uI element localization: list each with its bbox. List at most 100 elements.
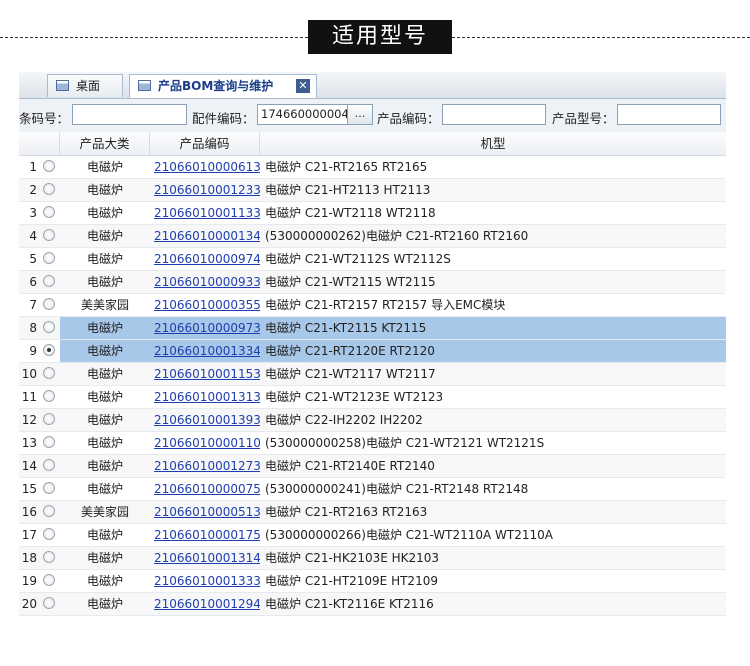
part-code-picker-button[interactable]: ...: [347, 104, 373, 125]
radio-button[interactable]: [43, 528, 55, 540]
close-icon[interactable]: ✕: [296, 79, 310, 93]
cell-product-code-link[interactable]: 21066010000110: [150, 432, 260, 454]
table-row[interactable]: 4 电磁炉 21066010000134 (530000000262)电磁炉 C21-…: [19, 225, 726, 248]
row-radio[interactable]: [42, 501, 56, 523]
row-radio[interactable]: [42, 248, 56, 270]
tab-label: 产品BOM查询与维护: [158, 79, 274, 93]
table-row[interactable]: 7 美美家园 21066010000355 电磁炉 C21-RT2157 RT2157…: [19, 294, 726, 317]
radio-button[interactable]: [43, 505, 55, 517]
table-row[interactable]: 5 电磁炉 21066010000974 电磁炉 C21-WT2112S WT2112…: [19, 248, 726, 271]
cell-product-code-link[interactable]: 21066010001334: [150, 340, 260, 362]
table-row[interactable]: 1 电磁炉 21066010000613 电磁炉 C21-RT2165 RT2165: [19, 156, 726, 179]
cell-model: 电磁炉 C21-RT2120E RT2120: [260, 340, 726, 362]
cell-product-code-link[interactable]: 21066010001313: [150, 386, 260, 408]
radio-button[interactable]: [43, 367, 55, 379]
product-code-input[interactable]: [442, 104, 546, 125]
row-radio[interactable]: [42, 317, 56, 339]
row-radio[interactable]: [42, 271, 56, 293]
table-row[interactable]: 15 电磁炉 21066010000075 (530000000241)电磁炉 C21…: [19, 478, 726, 501]
row-radio[interactable]: [42, 179, 56, 201]
cell-product-code-link[interactable]: 21066010001273: [150, 455, 260, 477]
cell-product-code-link[interactable]: 21066010001153: [150, 363, 260, 385]
row-number: 15: [21, 482, 37, 496]
radio-button[interactable]: [43, 183, 55, 195]
table-row[interactable]: 14 电磁炉 21066010001273 电磁炉 C21-RT2140E RT214…: [19, 455, 726, 478]
cell-product-code-link[interactable]: 21066010001294: [150, 593, 260, 615]
radio-button[interactable]: [43, 321, 55, 333]
table-row[interactable]: 2 电磁炉 21066010001233 电磁炉 C21-HT2113 HT2113: [19, 179, 726, 202]
cell-category: 电磁炉: [86, 597, 123, 611]
cell-product-code-link[interactable]: 21066010000355: [150, 294, 260, 316]
radio-button[interactable]: [43, 344, 55, 356]
cell-product-code-link[interactable]: 21066010000175: [150, 524, 260, 546]
radio-button[interactable]: [43, 252, 55, 264]
radio-button[interactable]: [43, 229, 55, 241]
row-radio[interactable]: [42, 547, 56, 569]
cell-product-code-link[interactable]: 21066010001233: [150, 179, 260, 201]
radio-button[interactable]: [43, 275, 55, 287]
radio-button[interactable]: [43, 206, 55, 218]
radio-button[interactable]: [43, 160, 55, 172]
cell-product-code-link[interactable]: 21066010001393: [150, 409, 260, 431]
table-row[interactable]: 13 电磁炉 21066010000110 (530000000258)电磁炉 C21…: [19, 432, 726, 455]
radio-button[interactable]: [43, 459, 55, 471]
table-row[interactable]: 11 电磁炉 21066010001313 电磁炉 C21-WT2123E WT212…: [19, 386, 726, 409]
row-radio[interactable]: [42, 340, 56, 362]
table-row[interactable]: 3 电磁炉 21066010001133 电磁炉 C21-WT2118 WT2118: [19, 202, 726, 225]
barcode-label: 条码号：: [19, 111, 70, 126]
part-code-input[interactable]: 174660000004: [257, 104, 348, 125]
row-number: 7: [29, 298, 37, 312]
table-row[interactable]: 12 电磁炉 21066010001393 电磁炉 C22-IH2202 IH2202: [19, 409, 726, 432]
radio-button[interactable]: [43, 390, 55, 402]
row-radio[interactable]: [42, 202, 56, 224]
product-model-input[interactable]: [617, 104, 721, 125]
cell-product-code-link[interactable]: 21066010001133: [150, 202, 260, 224]
cell-product-code-link[interactable]: 21066010000613: [150, 156, 260, 178]
cell-product-code-link[interactable]: 21066010001333: [150, 570, 260, 592]
cell-product-code-link[interactable]: 21066010000973: [150, 317, 260, 339]
radio-button[interactable]: [43, 551, 55, 563]
radio-button[interactable]: [43, 436, 55, 448]
cell-product-code-link[interactable]: 21066010001314: [150, 547, 260, 569]
row-radio[interactable]: [42, 524, 56, 546]
table-row[interactable]: 8 电磁炉 21066010000973 电磁炉 C21-KT2115 KT2115: [19, 317, 726, 340]
radio-button[interactable]: [43, 298, 55, 310]
table-row[interactable]: 19 电磁炉 21066010001333 电磁炉 C21-HT2109E HT210…: [19, 570, 726, 593]
cell-product-code-link[interactable]: 21066010000974: [150, 248, 260, 270]
cell-model: (530000000266)电磁炉 C21-WT2110A WT2110A: [265, 528, 553, 542]
cell-product-code-link[interactable]: 21066010000513: [150, 501, 260, 523]
table-row[interactable]: 16 美美家园 21066010000513 电磁炉 C21-RT2163 RT216…: [19, 501, 726, 524]
tab-bom-query[interactable]: 产品BOM查询与维护 ✕: [129, 74, 317, 98]
cell-product-code-link[interactable]: 21066010000933: [150, 271, 260, 293]
row-radio[interactable]: [42, 478, 56, 500]
cell-category: 电磁炉: [86, 183, 123, 197]
row-radio[interactable]: [42, 294, 56, 316]
cell-product-code-link[interactable]: 21066010000134: [150, 225, 260, 247]
radio-button[interactable]: [43, 482, 55, 494]
barcode-input[interactable]: [72, 104, 187, 125]
radio-button[interactable]: [43, 574, 55, 586]
row-radio[interactable]: [42, 432, 56, 454]
radio-button[interactable]: [43, 597, 55, 609]
table-row[interactable]: 10 电磁炉 21066010001153 电磁炉 C21-WT2117 WT2117: [19, 363, 726, 386]
header-model[interactable]: 机型: [260, 132, 726, 155]
table-row[interactable]: 20 电磁炉 21066010001294 电磁炉 C21-KT2116E KT211…: [19, 593, 726, 616]
row-radio[interactable]: [42, 409, 56, 431]
tab-desktop[interactable]: 桌面: [47, 74, 123, 97]
row-radio[interactable]: [42, 225, 56, 247]
cell-category: 电磁炉: [86, 459, 123, 473]
radio-button[interactable]: [43, 413, 55, 425]
row-radio[interactable]: [42, 593, 56, 615]
row-radio[interactable]: [42, 386, 56, 408]
row-radio[interactable]: [42, 363, 56, 385]
cell-product-code-link[interactable]: 21066010000075: [150, 478, 260, 500]
table-row[interactable]: 17 电磁炉 21066010000175 (530000000266)电磁炉 C21…: [19, 524, 726, 547]
row-radio[interactable]: [42, 570, 56, 592]
table-row[interactable]: 18 电磁炉 21066010001314 电磁炉 C21-HK2103E HK210…: [19, 547, 726, 570]
table-row[interactable]: 9 电磁炉 21066010001334 电磁炉 C21-RT2120E RT2120: [19, 340, 726, 363]
row-radio[interactable]: [42, 455, 56, 477]
row-radio[interactable]: [42, 156, 56, 178]
header-product-code[interactable]: 产品编码: [150, 132, 260, 155]
header-category[interactable]: 产品大类: [60, 132, 150, 155]
table-row[interactable]: 6 电磁炉 21066010000933 电磁炉 C21-WT2115 WT2115: [19, 271, 726, 294]
